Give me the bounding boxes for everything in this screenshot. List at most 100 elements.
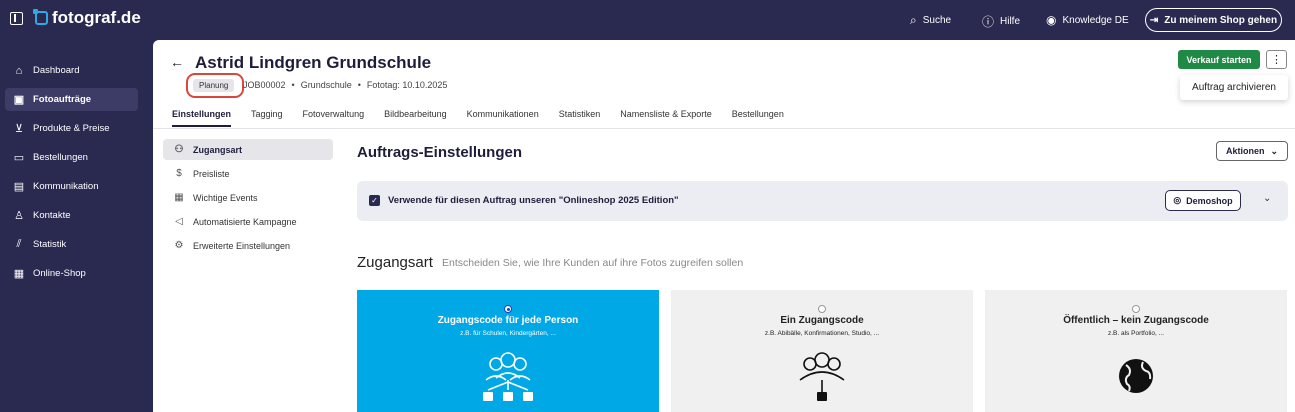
gear-icon: ⚙ <box>174 240 184 251</box>
option-title: Öffentlich – kein Zugangscode <box>1063 315 1209 326</box>
sidebar-item-label: Produkte & Preise <box>33 123 110 134</box>
back-arrow-icon[interactable]: ← <box>170 54 184 70</box>
subnav-item-label: Automatisierte Kampagne <box>193 216 297 227</box>
tab-einstellungen[interactable]: Einstellungen <box>172 109 232 127</box>
subnav-item-label: Erweiterte Einstellungen <box>193 240 291 251</box>
option-description: z.B. als Portfolio, ... <box>1108 330 1164 337</box>
search-link[interactable]: ⌕ Suche <box>910 13 951 28</box>
subnav-item-label: Zugangsart <box>193 144 243 155</box>
brand-logo[interactable]: fotograf.de <box>33 8 141 28</box>
info-icon: ⓘ <box>982 15 995 29</box>
shop-edition-card: ✓ Verwende für diesen Auftrag unseren "O… <box>357 181 1288 221</box>
help-label: Hilfe <box>1000 16 1021 27</box>
job-id: JOB00002 <box>243 80 286 90</box>
chart-icon: ⫽ <box>16 238 22 250</box>
sidebar-item-label: Statistik <box>33 239 67 250</box>
chevron-down-icon: ⌄ <box>1270 145 1279 156</box>
access-option-per-person[interactable]: Zugangscode für jede Person z.B. für Sch… <box>357 290 659 412</box>
zugangsart-heading: Zugangsart <box>357 254 433 271</box>
radio-unselected[interactable] <box>818 305 826 313</box>
megaphone-icon: ◁ <box>175 216 183 227</box>
subnav-item-preisliste[interactable]: $ Preisliste <box>163 163 333 184</box>
radio-selected[interactable] <box>504 305 512 313</box>
job-type: Grundschule <box>300 80 352 90</box>
subnav-item-label: Preisliste <box>193 168 230 179</box>
group-locks-icon <box>357 350 659 405</box>
demoshop-button[interactable]: ◎ Demoshop <box>1165 190 1241 211</box>
subnav-item-kampagne[interactable]: ◁ Automatisierte Kampagne <box>163 211 333 232</box>
search-label: Suche <box>922 15 952 26</box>
globe-icon <box>985 350 1287 405</box>
cart-icon: ⊻ <box>14 123 24 135</box>
sidebar-item-online-shop[interactable]: ▦ Online-Shop <box>5 262 138 285</box>
subnav-item-label: Wichtige Events <box>193 192 258 203</box>
actions-button[interactable]: Aktionen ⌄ <box>1216 141 1288 161</box>
shop-edition-label: Verwende für diesen Auftrag unseren "Onl… <box>388 195 679 206</box>
start-sale-button[interactable]: Verkauf starten <box>1178 50 1260 69</box>
box-icon: ▭ <box>13 152 25 164</box>
sidebar-item-fotoauftraege[interactable]: ▣ Fotoaufträge <box>5 88 138 111</box>
tab-bildbearbeitung[interactable]: Bildbearbeitung <box>384 109 447 127</box>
option-description: z.B. für Schulen, Kindergärten, ... <box>460 330 556 337</box>
users-key-icon: ⚇ <box>174 144 184 155</box>
person-icon: ♙ <box>14 210 24 222</box>
sidebar-item-label: Kontakte <box>33 210 71 221</box>
sidebar-item-produkte[interactable]: ⊻ Produkte & Preise <box>5 117 138 140</box>
section-title: Auftrags-Einstellungen <box>357 144 523 161</box>
sidebar-item-bestellungen[interactable]: ▭ Bestellungen <box>5 146 138 169</box>
tabs-divider <box>153 128 1295 129</box>
radio-unselected[interactable] <box>1132 305 1140 313</box>
sidebar-item-dashboard[interactable]: ⌂ Dashboard <box>5 59 138 82</box>
account-link[interactable]: ◉ Knowledge DE <box>1046 13 1129 27</box>
chevron-down-icon[interactable]: ⌄ <box>1263 193 1271 204</box>
main-panel: ← Astrid Lindgren Grundschule Planung JO… <box>153 40 1295 412</box>
sidebar-toggle-icon[interactable] <box>10 12 23 25</box>
brand-mark-icon <box>33 9 48 25</box>
account-label: Knowledge DE <box>1062 14 1129 26</box>
dollar-circle-icon: $ <box>176 168 182 179</box>
status-badge: Planung <box>193 79 235 92</box>
tab-kommunikationen[interactable]: Kommunikationen <box>467 109 539 127</box>
option-title: Zugangscode für jede Person <box>437 315 579 326</box>
top-bar: fotograf.de ⌕ Suche ⓘ Hilfe ◉ Knowledge … <box>0 0 1295 40</box>
home-icon: ⌂ <box>15 64 23 77</box>
demoshop-label: Demoshop <box>1186 195 1233 206</box>
subnav-item-events[interactable]: ▦ Wichtige Events <box>163 187 333 208</box>
go-to-shop-label: Zu meinem Shop gehen <box>1164 14 1278 26</box>
sidebar-item-label: Kommunikation <box>33 181 99 192</box>
calendar-icon: ▦ <box>174 192 184 203</box>
tab-statistiken[interactable]: Statistiken <box>559 109 601 127</box>
help-link[interactable]: ⓘ Hilfe <box>982 13 1020 30</box>
shop-icon: ▦ <box>13 268 25 280</box>
photo-day: Fototag: 10.10.2025 <box>366 80 448 90</box>
sidebar: ⌂ Dashboard ▣ Fotoaufträge ⊻ Produkte & … <box>0 40 153 412</box>
tab-bestellungen[interactable]: Bestellungen <box>732 109 784 127</box>
meta-separator: • <box>357 80 361 90</box>
subnav-item-zugangsart[interactable]: ⚇ Zugangsart <box>163 139 333 160</box>
external-link-icon: ⇥ <box>1149 14 1159 26</box>
tab-namensliste[interactable]: Namensliste & Exporte <box>620 109 712 127</box>
message-icon: ▤ <box>13 181 25 193</box>
sidebar-item-kontakte[interactable]: ♙ Kontakte <box>5 204 138 227</box>
access-option-public[interactable]: Öffentlich – kein Zugangscode z.B. als P… <box>985 290 1287 412</box>
job-meta-row: JOB00002 • Grundschule • Fototag: 10.10.… <box>243 80 447 90</box>
page-title: Astrid Lindgren Grundschule <box>195 53 432 72</box>
go-to-shop-button[interactable]: ⇥ Zu meinem Shop gehen <box>1145 8 1282 32</box>
more-options-button[interactable]: ⋮ <box>1266 50 1287 69</box>
sidebar-item-label: Bestellungen <box>33 152 88 163</box>
option-title: Ein Zugangscode <box>780 315 864 326</box>
search-icon: ⌕ <box>910 13 917 27</box>
menu-item-archive[interactable]: Auftrag archivieren <box>1180 75 1288 100</box>
tab-tagging[interactable]: Tagging <box>251 109 283 127</box>
sidebar-item-statistik[interactable]: ⫽ Statistik <box>5 233 138 256</box>
sidebar-item-kommunikation[interactable]: ▤ Kommunikation <box>5 175 138 198</box>
meta-separator: • <box>291 80 295 90</box>
shop-edition-checkbox[interactable]: ✓ <box>369 195 380 206</box>
tab-fotoverwaltung[interactable]: Fotoverwaltung <box>303 109 365 127</box>
zugangsart-subtitle: Entscheiden Sie, wie Ihre Kunden auf ihr… <box>442 257 744 269</box>
subnav-item-erweitert[interactable]: ⚙ Erweiterte Einstellungen <box>163 235 333 256</box>
actions-label: Aktionen <box>1225 146 1265 156</box>
user-circle-icon: ◉ <box>1046 13 1057 27</box>
sidebar-item-label: Dashboard <box>33 65 80 76</box>
access-option-single-code[interactable]: Ein Zugangscode z.B. Abibälle, Konfirmat… <box>671 290 973 412</box>
